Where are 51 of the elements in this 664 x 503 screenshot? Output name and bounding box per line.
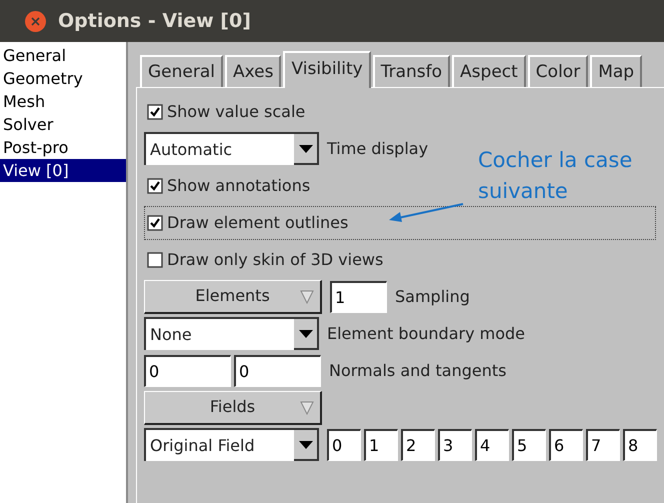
input-field[interactable]: 1	[330, 280, 387, 312]
checkbox[interactable]: Draw element outlines	[144, 206, 656, 240]
input-field[interactable]: 0	[327, 428, 361, 460]
checkbox[interactable]: Show annotations	[144, 168, 312, 202]
tab[interactable]: Transfo	[372, 55, 450, 87]
input-field[interactable]: 8	[623, 428, 657, 460]
dropdown[interactable]: Original Field	[144, 428, 319, 461]
checkmark-icon	[147, 104, 163, 120]
close-button[interactable]	[25, 10, 46, 32]
sidebar-item[interactable]: Post-pro	[0, 136, 126, 159]
field-label: Time display	[327, 138, 428, 160]
sidebar-item[interactable]: Solver	[0, 113, 126, 136]
field-label: Element boundary mode	[327, 322, 526, 344]
tab[interactable]: Map	[590, 55, 642, 87]
input-field[interactable]: 0	[234, 354, 321, 386]
annotation-text: Cocher la case suivante	[478, 147, 634, 205]
field-label: Sampling	[395, 286, 470, 308]
close-icon	[31, 16, 40, 26]
checkmark-icon	[147, 178, 163, 194]
input-field[interactable]: 6	[549, 428, 583, 460]
input-field[interactable]: 5	[512, 428, 546, 460]
tab[interactable]: Color	[528, 55, 588, 87]
input-field[interactable]: 1	[364, 428, 398, 460]
input-field[interactable]: 3	[438, 428, 472, 460]
caret-icon	[300, 400, 314, 414]
dropdown[interactable]: Automatic	[144, 132, 319, 165]
menu-button[interactable]: Elements	[144, 280, 322, 314]
input-field[interactable]: 4	[475, 428, 509, 460]
input-field[interactable]: 0	[144, 354, 231, 386]
tab[interactable]: General	[140, 55, 223, 87]
sidebar-item[interactable]: Mesh	[0, 90, 126, 113]
checkbox-icon	[147, 252, 163, 268]
window-title: Options - View [0]	[58, 8, 251, 34]
dropdown[interactable]: None	[144, 317, 319, 350]
caret-icon	[298, 440, 312, 448]
tab[interactable]: Aspect	[452, 55, 526, 87]
tab[interactable]: Visibility	[283, 51, 371, 88]
input-field[interactable]: 7	[586, 428, 620, 460]
checkmark-icon	[147, 214, 163, 230]
menu-button[interactable]: Fields	[144, 390, 322, 424]
input-field[interactable]: 2	[401, 428, 435, 460]
checkbox[interactable]: Show value scale	[144, 94, 306, 128]
caret-icon	[298, 144, 312, 152]
checkbox[interactable]: Draw only skin of 3D views	[144, 242, 384, 276]
field-label: Normals and tangents	[329, 360, 506, 382]
sidebar-item[interactable]: General	[0, 44, 126, 67]
caret-icon	[300, 290, 314, 304]
sidebar-item[interactable]: Geometry	[0, 67, 126, 90]
caret-icon	[298, 330, 312, 338]
sidebar-item[interactable]: View [0]	[0, 159, 126, 182]
tab[interactable]: Axes	[225, 55, 282, 87]
